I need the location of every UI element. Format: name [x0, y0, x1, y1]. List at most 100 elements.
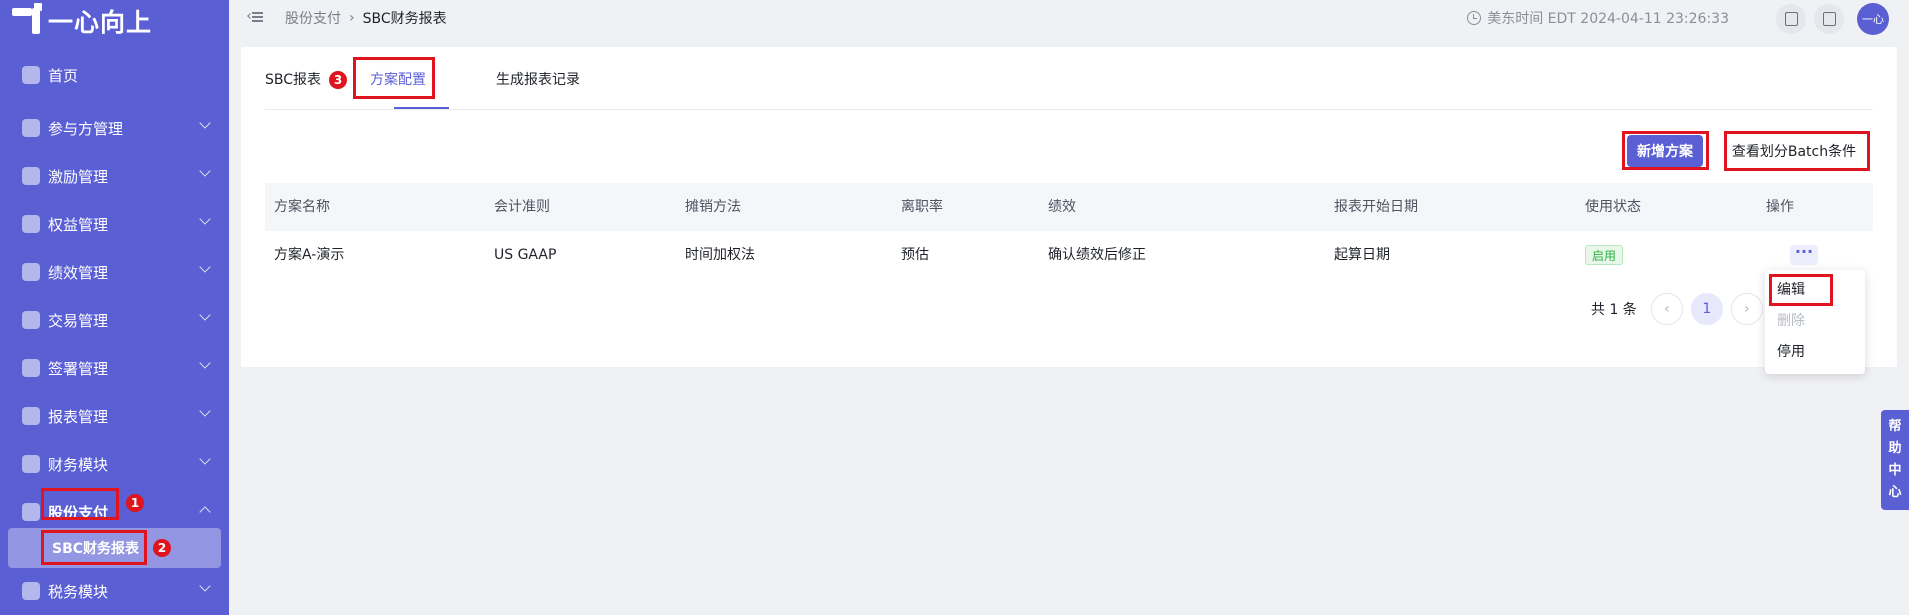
sidebar-item-trading[interactable]: 交易管理	[0, 296, 229, 344]
help-char: 助	[1888, 441, 1902, 456]
trading-icon	[22, 311, 40, 329]
participants-icon	[22, 119, 40, 137]
column-header: 摊销方法	[685, 199, 741, 215]
breadcrumb-current: SBC财务报表	[362, 11, 447, 27]
incentive-icon	[22, 167, 40, 185]
avatar[interactable]: 一心	[1857, 3, 1889, 35]
breadcrumb-separator-icon: ›	[349, 10, 355, 26]
column-header: 使用状态	[1585, 199, 1641, 215]
sidebar-item-label: 交易管理	[48, 311, 109, 330]
reports-icon	[22, 407, 40, 425]
pagination: 共 1 条 ‹ 1 ›	[1591, 293, 1763, 325]
table-header: 方案名称 会计准则 摊销方法 离职率 绩效 报表开始日期 使用状态 操作	[265, 183, 1873, 231]
menu-item-delete: 删除	[1777, 313, 1805, 329]
chevron-down-icon	[199, 453, 211, 465]
column-header: 操作	[1766, 199, 1794, 215]
clipboard-button[interactable]	[1776, 4, 1806, 34]
logo[interactable]: 一心向上	[12, 3, 153, 37]
clock-icon	[1467, 11, 1482, 25]
annotation-badge: 2	[153, 539, 171, 557]
cell-status: 启用	[1585, 231, 1624, 279]
sidebar-item-label: 参与方管理	[48, 119, 124, 138]
chevron-down-icon	[199, 580, 211, 592]
more-actions-button[interactable]: ···	[1790, 244, 1818, 265]
sidebar-item-label: 财务模块	[48, 455, 109, 474]
cell-method: 时间加权法	[685, 247, 755, 263]
home-icon	[22, 66, 40, 84]
signing-icon	[22, 359, 40, 377]
help-char: 心	[1888, 485, 1902, 500]
breadcrumb: 股份支付 › SBC财务报表	[285, 8, 447, 28]
annotation-box	[1769, 274, 1833, 306]
tab-sbc-report[interactable]: SBC报表	[265, 69, 321, 89]
annotation-box	[41, 488, 119, 520]
topbar: 股份支付 › SBC财务报表 美东时间 EDT 2024-04-11 23:26…	[229, 0, 1909, 38]
clipboard-icon	[1784, 12, 1798, 26]
menu-collapse-icon[interactable]	[247, 11, 263, 23]
chevron-down-icon	[199, 309, 211, 321]
chevron-up-icon	[199, 506, 211, 518]
clock-label: 美东时间 EDT 2024-04-11 23:26:33	[1487, 11, 1729, 27]
content-card: SBC报表 方案配置 生成报表记录 3 新增方案 查看划分Batch条件 方案名…	[241, 47, 1897, 367]
sidebar-item-label: 激励管理	[48, 167, 109, 186]
sidebar-item-incentive[interactable]: 激励管理	[0, 152, 229, 200]
page-button[interactable]: 1	[1690, 293, 1723, 325]
finance-icon	[22, 455, 40, 473]
breadcrumb-item[interactable]: 股份支付	[285, 8, 341, 28]
equity-icon	[22, 215, 40, 233]
sidebar-item-label: 报表管理	[48, 407, 109, 426]
help-char: 中	[1888, 463, 1902, 478]
column-header: 方案名称	[274, 199, 330, 215]
sidebar-item-signing[interactable]: 签署管理	[0, 344, 229, 392]
calendar-button[interactable]	[1814, 4, 1844, 34]
annotation-box	[353, 57, 435, 99]
sidebar-item-home[interactable]: 首页	[0, 60, 229, 90]
plan-table: 方案名称 会计准则 摊销方法 离职率 绩效 报表开始日期 使用状态 操作 方案A…	[265, 183, 1873, 279]
sidebar-item-tax[interactable]: 税务模块	[0, 567, 229, 615]
sidebar-item-participants[interactable]: 参与方管理	[0, 104, 229, 152]
sidebar-item-label: 绩效管理	[48, 263, 109, 282]
prev-page-button[interactable]: ‹	[1650, 293, 1683, 325]
sidebar-item-performance[interactable]: 绩效管理	[0, 248, 229, 296]
calendar-icon	[1822, 12, 1836, 26]
chevron-down-icon	[199, 405, 211, 417]
sidebar-nav: 首页 参与方管理 激励管理 权益管理 绩效管理 交易管理 签署管理 报表管理 财…	[0, 60, 229, 536]
logo-mark-icon	[12, 3, 42, 36]
annotation-box	[1622, 131, 1709, 170]
column-header: 离职率	[901, 199, 943, 215]
help-center-button[interactable]: 帮 助 中 心	[1881, 410, 1909, 510]
help-char: 帮	[1888, 419, 1902, 434]
performance-icon	[22, 263, 40, 281]
sidebar-item-finance[interactable]: 财务模块	[0, 440, 229, 488]
sidebar-item-label: 签署管理	[48, 359, 109, 378]
chevron-down-icon	[199, 261, 211, 273]
annotation-badge: 3	[329, 71, 347, 89]
timezone-clock: 美东时间 EDT 2024-04-11 23:26:33	[1467, 8, 1729, 28]
logo-text: 一心向上	[48, 8, 153, 37]
table-row: 方案A-演示 US GAAP 时间加权法 预估 确认绩效后修正 起算日期 启用 …	[265, 231, 1873, 279]
column-header: 绩效	[1048, 199, 1076, 215]
sidebar-item-label: 税务模块	[48, 582, 109, 601]
sidebar-item-label: 首页	[48, 66, 79, 85]
sidebar-item-equity[interactable]: 权益管理	[0, 200, 229, 248]
cell-start-date: 起算日期	[1334, 247, 1390, 263]
tab-active-indicator	[394, 107, 449, 109]
cell-turnover: 预估	[901, 247, 929, 263]
column-header: 报表开始日期	[1334, 199, 1418, 215]
share-payment-icon	[22, 503, 40, 521]
menu-item-disable[interactable]: 停用	[1777, 340, 1805, 364]
chevron-down-icon	[199, 117, 211, 129]
chevron-down-icon	[199, 165, 211, 177]
tab-bar: SBC报表 方案配置 生成报表记录	[265, 47, 1873, 110]
column-header: 会计准则	[494, 199, 550, 215]
sidebar-item-reports[interactable]: 报表管理	[0, 392, 229, 440]
tab-report-history[interactable]: 生成报表记录	[496, 69, 580, 89]
next-page-button[interactable]: ›	[1730, 293, 1763, 325]
sidebar: 一心向上 首页 参与方管理 激励管理 权益管理 绩效管理 交易管理 签署管理 报…	[0, 0, 229, 615]
annotation-box	[41, 530, 147, 565]
row-actions-menu: 编辑 删除 停用	[1765, 270, 1865, 374]
pagination-total: 共 1 条	[1591, 302, 1637, 318]
cell-performance: 确认绩效后修正	[1048, 247, 1146, 263]
annotation-box	[1724, 131, 1870, 171]
cell-plan-name: 方案A-演示	[274, 247, 345, 263]
